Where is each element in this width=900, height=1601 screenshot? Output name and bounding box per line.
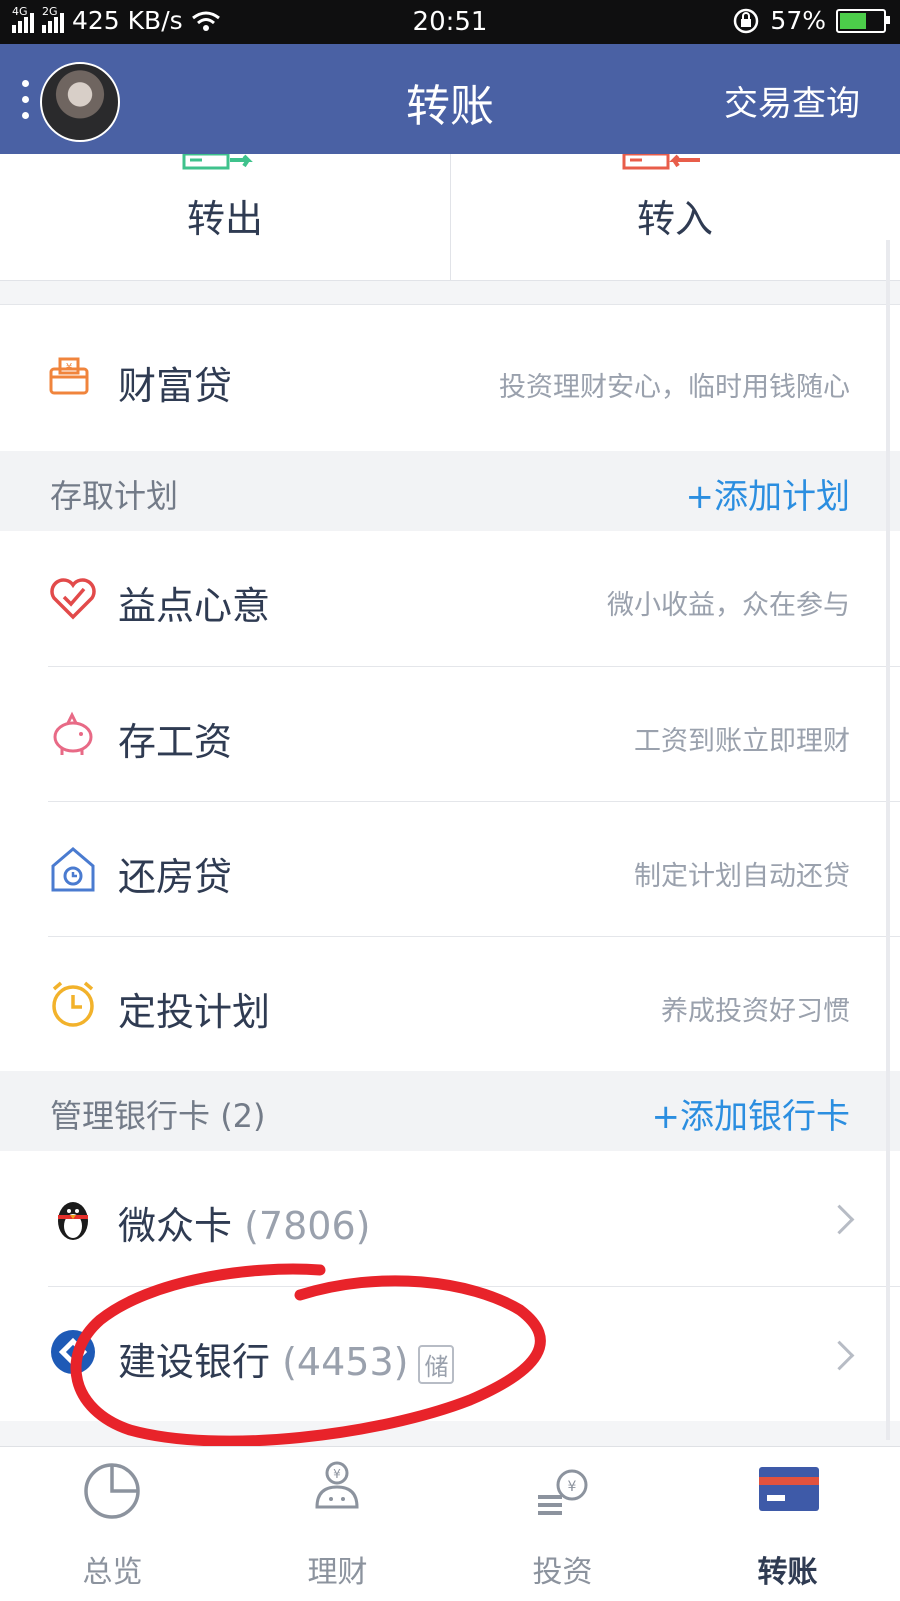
svg-text:¥: ¥ [568, 1479, 577, 1495]
transfer-in-label: 转入 [636, 197, 713, 241]
ccb-bank-icon [51, 1330, 95, 1374]
plan-title: 益点心意 [118, 584, 271, 628]
cards-count: (2) [220, 1097, 266, 1135]
battery-percent: 57% [770, 6, 826, 35]
tab-label: 投资 [532, 1555, 593, 1590]
plan-item[interactable]: 还房贷 制定计划自动还贷 [0, 802, 900, 936]
chevron-right-icon [824, 1204, 855, 1235]
transfer-out-button[interactable]: 转出 [0, 154, 450, 280]
plan-title: 还房贷 [118, 855, 233, 899]
status-bar: 4G 2G 425 KB/s 20:51 57% [0, 0, 900, 44]
transfer-in-button[interactable]: 转入 [450, 154, 900, 280]
piggy-bank-icon [53, 711, 93, 755]
bottom-tab-bar: 总览 ¥ 理财 ¥ 投资 转账 [0, 1446, 900, 1601]
svg-text:¥: ¥ [333, 1467, 341, 1481]
coins-icon: ¥ [538, 1469, 588, 1515]
chevron-right-icon [824, 1340, 855, 1371]
money-bag-icon: ¥ [315, 1461, 359, 1509]
cards-header: 管理银行卡 (2) +添加银行卡 [0, 1071, 900, 1151]
nav-bar: 转账 交易查询 [0, 44, 900, 154]
battery-icon [836, 8, 890, 33]
rotation-lock-icon [734, 8, 759, 33]
house-clock-icon [51, 847, 95, 892]
bank-card-number: (7806) [244, 1204, 371, 1248]
transfer-out-icon [182, 154, 253, 170]
bank-card-title: 建设银行 (4453) 储 [118, 1331, 455, 1386]
bank-card-name: 建设银行 [118, 1340, 271, 1384]
transfer-out-label: 转出 [186, 197, 263, 241]
plan-item[interactable]: 益点心意 微小收益，众在参与 [0, 531, 900, 666]
tab-label: 转账 [757, 1555, 818, 1590]
transfer-card-icon [759, 1467, 819, 1511]
plan-title: 存工资 [118, 720, 233, 764]
bank-card-number: (4453) [282, 1340, 409, 1384]
tab-transfer[interactable]: 转账 [675, 1447, 900, 1601]
add-plan-button[interactable]: +添加计划 [686, 469, 851, 518]
penguin-icon [58, 1202, 88, 1240]
bank-card-title: 微众卡 (7806) [118, 1195, 370, 1250]
bank-card-name: 微众卡 [118, 1204, 233, 1248]
status-right: 57% [732, 6, 890, 35]
bank-card-item[interactable]: 微众卡 (7806) [0, 1151, 900, 1286]
transfer-in-icon [622, 154, 700, 170]
plans-header-title: 存取计划 [50, 477, 179, 515]
tab-label: 理财 [307, 1555, 368, 1590]
add-bank-card-button[interactable]: +添加银行卡 [652, 1089, 851, 1138]
plan-desc: 工资到账立即理财 [634, 726, 850, 757]
transfer-row: 转出 转入 [0, 154, 900, 281]
plan-desc: 制定计划自动还贷 [634, 861, 850, 892]
heart-check-icon [50, 578, 96, 620]
wealth-loan-row[interactable]: ¥ 财富贷 投资理财安心，临时用钱随心 [0, 304, 900, 452]
cards-header-title: 管理银行卡 (2) [50, 1091, 266, 1137]
wealth-loan-title: 财富贷 [118, 364, 233, 408]
cards-list: 微众卡 (7806) 建设银行 (4453) 储 [0, 1151, 900, 1421]
plans-list: 益点心意 微小收益，众在参与 存工资 工资到账立即理财 还房贷 制定计划自动还贷… [0, 531, 900, 1071]
savings-badge: 储 [418, 1345, 455, 1384]
tab-overview[interactable]: 总览 [0, 1447, 225, 1601]
alarm-clock-icon [52, 981, 94, 1027]
plan-desc: 微小收益，众在参与 [607, 590, 850, 621]
wealth-loan-desc: 投资理财安心，临时用钱随心 [499, 372, 850, 403]
plan-desc: 养成投资好习惯 [661, 996, 850, 1027]
tab-label: 总览 [82, 1555, 143, 1590]
plan-item[interactable]: 定投计划 养成投资好习惯 [0, 937, 900, 1071]
tab-wealth[interactable]: ¥ 理财 [225, 1447, 450, 1601]
plan-title: 定投计划 [118, 990, 271, 1034]
plan-item[interactable]: 存工资 工资到账立即理财 [0, 667, 900, 801]
plans-header: 存取计划 +添加计划 [0, 451, 900, 531]
tab-invest[interactable]: ¥ 投资 [450, 1447, 675, 1601]
scrollbar[interactable] [886, 240, 890, 1440]
pie-chart-icon [84, 1463, 140, 1519]
bank-card-item[interactable]: 建设银行 (4453) 储 [0, 1287, 900, 1421]
transaction-query-link[interactable]: 交易查询 [724, 76, 860, 125]
cards-header-label: 管理银行卡 [50, 1097, 211, 1135]
